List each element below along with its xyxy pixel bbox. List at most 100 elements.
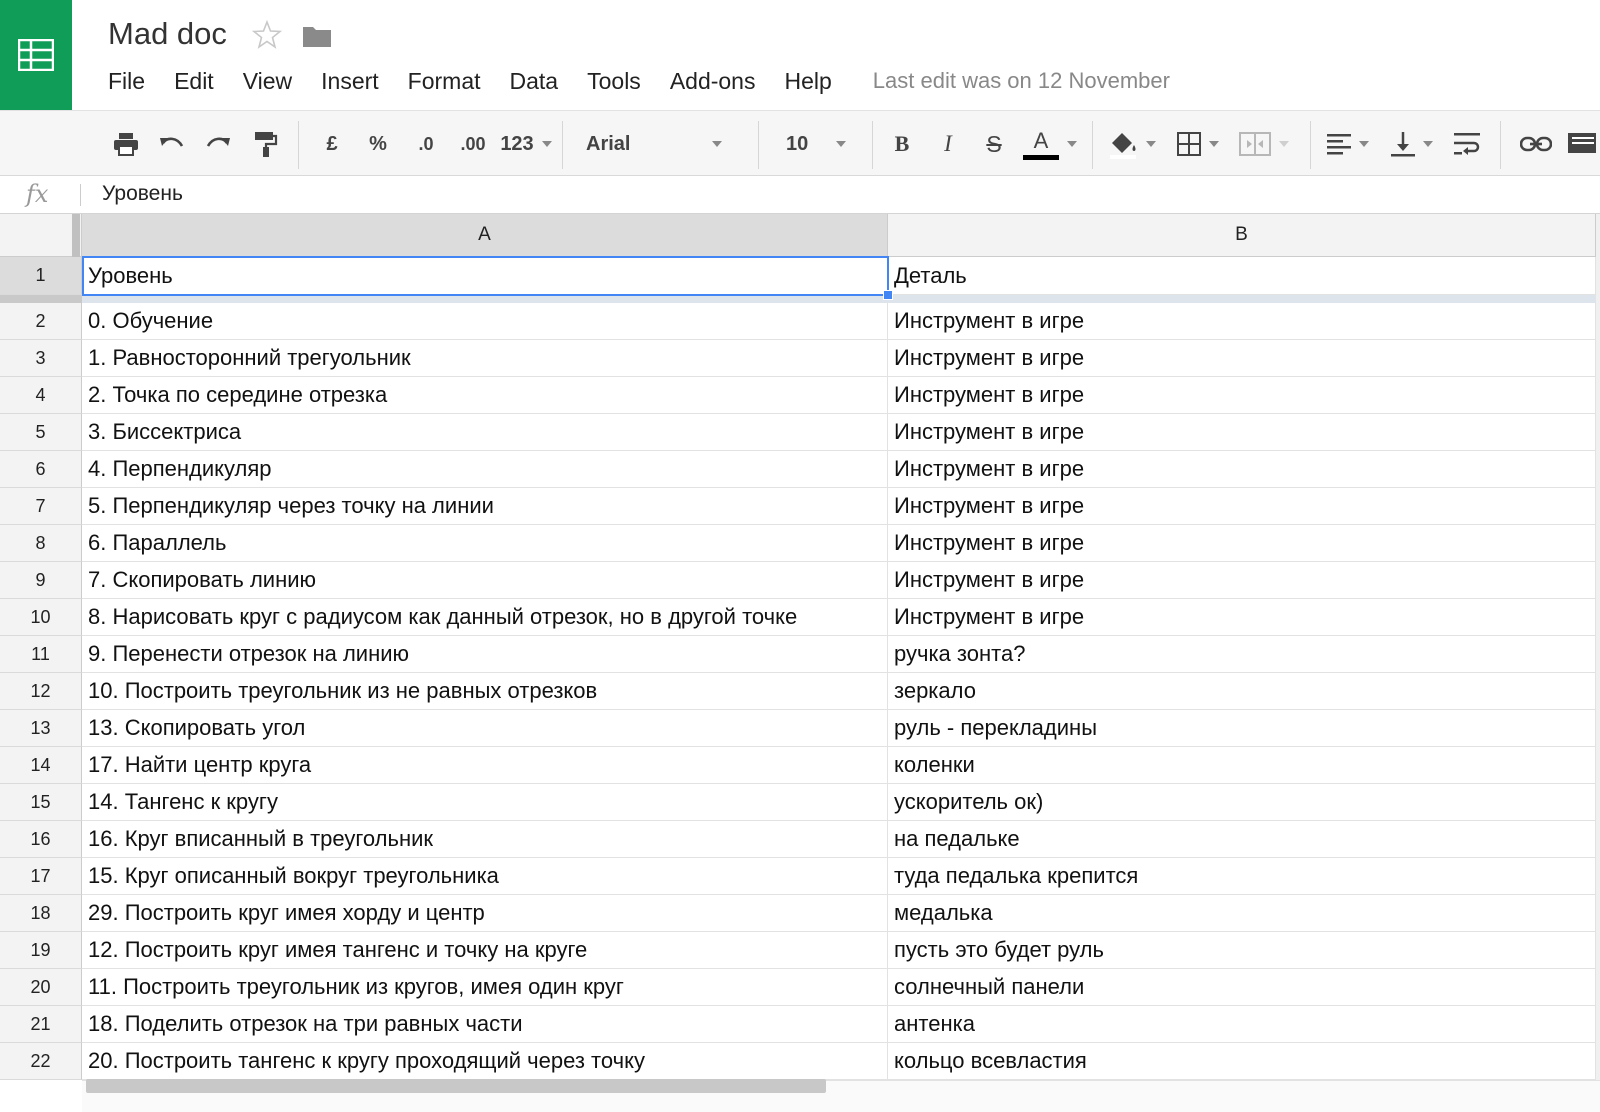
bold-button[interactable]: B bbox=[882, 111, 922, 177]
cell-b[interactable]: Инструмент в игре bbox=[888, 414, 1596, 451]
print-icon[interactable] bbox=[106, 111, 146, 177]
cell-b[interactable]: Инструмент в игре bbox=[888, 562, 1596, 599]
row-header[interactable]: 14 bbox=[0, 747, 82, 784]
cell-b[interactable]: медалька bbox=[888, 895, 1596, 932]
row-header[interactable]: 4 bbox=[0, 377, 82, 414]
cell-b[interactable]: Деталь bbox=[888, 257, 1596, 295]
vertical-align-button[interactable] bbox=[1384, 111, 1440, 177]
borders-button[interactable] bbox=[1170, 111, 1226, 177]
row-header[interactable]: 8 bbox=[0, 525, 82, 562]
decrease-decimal-button[interactable]: .0 bbox=[404, 111, 448, 177]
menu-data[interactable]: Data bbox=[510, 68, 559, 95]
fill-color-button[interactable] bbox=[1102, 111, 1162, 177]
cell-a[interactable]: 2. Точка по середине отрезка bbox=[82, 377, 888, 414]
redo-icon[interactable] bbox=[198, 111, 238, 177]
cell-b[interactable]: Инструмент в игре bbox=[888, 451, 1596, 488]
font-size-select[interactable]: 10 bbox=[770, 111, 860, 177]
row-header[interactable]: 21 bbox=[0, 1006, 82, 1043]
text-wrap-button[interactable] bbox=[1446, 111, 1490, 177]
menu-format[interactable]: Format bbox=[408, 68, 481, 95]
row-header[interactable]: 5 bbox=[0, 414, 82, 451]
column-header-b[interactable]: B bbox=[888, 214, 1596, 257]
currency-format-button[interactable]: £ bbox=[312, 111, 352, 177]
cell-a[interactable]: 7. Скопировать линию bbox=[82, 562, 888, 599]
row-header[interactable]: 3 bbox=[0, 340, 82, 377]
vertical-scrollbar[interactable] bbox=[1596, 214, 1600, 1112]
cell-a[interactable]: 8. Нарисовать круг с радиусом как данный… bbox=[82, 599, 888, 636]
row-header[interactable]: 16 bbox=[0, 821, 82, 858]
cell-b[interactable]: пусть это будет руль bbox=[888, 932, 1596, 969]
cell-a[interactable]: 16. Круг вписанный в треугольник bbox=[82, 821, 888, 858]
cell-a[interactable]: 1. Равносторонний трегуольник bbox=[82, 340, 888, 377]
row-header[interactable]: 10 bbox=[0, 599, 82, 636]
horizontal-scroll-thumb[interactable] bbox=[86, 1079, 826, 1093]
row-header[interactable]: 19 bbox=[0, 932, 82, 969]
cell-b[interactable]: зеркало bbox=[888, 673, 1596, 710]
row-header[interactable]: 22 bbox=[0, 1043, 82, 1080]
row-header[interactable]: 6 bbox=[0, 451, 82, 488]
cell-a[interactable]: 12. Построить круг имея тангенс и точку … bbox=[82, 932, 888, 969]
cell-a[interactable]: 18. Поделить отрезок на три равных части bbox=[82, 1006, 888, 1043]
menu-file[interactable]: File bbox=[108, 68, 145, 95]
row-header[interactable]: 1 bbox=[0, 257, 82, 295]
row-header[interactable]: 18 bbox=[0, 895, 82, 932]
row-header[interactable]: 2 bbox=[0, 303, 82, 340]
cell-a[interactable]: Уровень bbox=[82, 257, 888, 295]
cell-b[interactable]: антенка bbox=[888, 1006, 1596, 1043]
last-edit-link[interactable]: Last edit was on 12 November bbox=[873, 68, 1170, 94]
cell-b[interactable]: солнечный панели bbox=[888, 969, 1596, 1006]
cell-b[interactable]: Инструмент в игре bbox=[888, 525, 1596, 562]
cell-a[interactable]: 13. Скопировать угол bbox=[82, 710, 888, 747]
cell-b[interactable]: ручка зонта? bbox=[888, 636, 1596, 673]
menu-add-ons[interactable]: Add-ons bbox=[670, 68, 756, 95]
insert-link-button[interactable] bbox=[1514, 111, 1558, 177]
cell-a[interactable]: 3. Биссектриса bbox=[82, 414, 888, 451]
menu-edit[interactable]: Edit bbox=[174, 68, 214, 95]
paint-format-icon[interactable] bbox=[246, 111, 286, 177]
more-formats-button[interactable]: 123 bbox=[500, 111, 552, 177]
menu-view[interactable]: View bbox=[243, 68, 292, 95]
strikethrough-button[interactable]: S bbox=[974, 111, 1014, 177]
cell-b[interactable]: Инструмент в игре bbox=[888, 377, 1596, 414]
cell-a[interactable]: 17. Найти центр круга bbox=[82, 747, 888, 784]
formula-input[interactable]: Уровень bbox=[102, 182, 183, 206]
sheets-logo-icon[interactable] bbox=[0, 0, 72, 110]
text-color-button[interactable]: A bbox=[1020, 111, 1080, 177]
freeze-handle-corner[interactable] bbox=[0, 295, 82, 303]
cell-b[interactable]: коленки bbox=[888, 747, 1596, 784]
insert-comment-button[interactable] bbox=[1566, 111, 1600, 177]
menu-insert[interactable]: Insert bbox=[321, 68, 379, 95]
cell-a[interactable]: 20. Построить тангенс к кругу проходящий… bbox=[82, 1043, 888, 1080]
select-all-corner[interactable] bbox=[0, 214, 82, 257]
document-title[interactable]: Mad doc bbox=[108, 16, 227, 52]
cell-b[interactable]: туда педалька крепится bbox=[888, 858, 1596, 895]
cell-b[interactable]: Инструмент в игре bbox=[888, 488, 1596, 525]
row-header[interactable]: 7 bbox=[0, 488, 82, 525]
row-header[interactable]: 17 bbox=[0, 858, 82, 895]
freeze-handle-vertical[interactable] bbox=[72, 214, 80, 257]
row-header[interactable]: 11 bbox=[0, 636, 82, 673]
row-header[interactable]: 13 bbox=[0, 710, 82, 747]
row-header[interactable]: 20 bbox=[0, 969, 82, 1006]
folder-icon[interactable] bbox=[302, 24, 332, 48]
cell-a[interactable]: 4. Перпендикуляр bbox=[82, 451, 888, 488]
column-header-a[interactable]: A bbox=[82, 214, 888, 257]
font-family-select[interactable]: Arial bbox=[568, 111, 740, 177]
cell-b[interactable]: ускоритель ок) bbox=[888, 784, 1596, 821]
cell-a[interactable]: 10. Построить треугольник из не равных о… bbox=[82, 673, 888, 710]
italic-button[interactable]: I bbox=[928, 111, 968, 177]
cell-a[interactable]: 6. Параллель bbox=[82, 525, 888, 562]
cell-b[interactable]: кольцо всевластия bbox=[888, 1043, 1596, 1080]
row-header[interactable]: 12 bbox=[0, 673, 82, 710]
freeze-handle-horizontal[interactable] bbox=[0, 295, 1600, 303]
cell-a[interactable]: 14. Тангенс к кругу bbox=[82, 784, 888, 821]
cell-b[interactable]: руль - перекладины bbox=[888, 710, 1596, 747]
cell-a[interactable]: 9. Перенести отрезок на линию bbox=[82, 636, 888, 673]
menu-help[interactable]: Help bbox=[784, 68, 831, 95]
cell-b[interactable]: на педальке bbox=[888, 821, 1596, 858]
cell-b[interactable]: Инструмент в игре bbox=[888, 599, 1596, 636]
increase-decimal-button[interactable]: .00 bbox=[450, 111, 496, 177]
fill-handle[interactable] bbox=[883, 290, 893, 300]
star-icon[interactable] bbox=[252, 20, 282, 50]
merge-cells-button[interactable] bbox=[1232, 111, 1296, 177]
